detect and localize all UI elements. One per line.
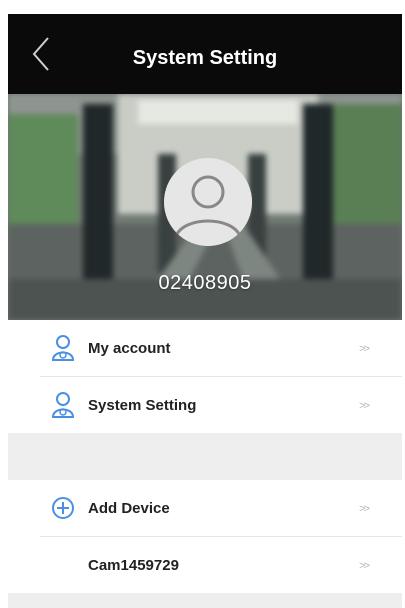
menu-item-label: Add Device (88, 500, 170, 517)
avatar[interactable] (164, 158, 252, 246)
section-gap (8, 593, 402, 608)
double-chevron-right-icon: >> (359, 343, 370, 355)
section-gap (8, 433, 402, 480)
double-chevron-right-icon: >> (359, 560, 370, 572)
person-icon (51, 335, 75, 361)
menu-item-label: System Setting (88, 397, 197, 414)
menu-item-system-setting[interactable]: System Setting >> (8, 377, 402, 433)
double-chevron-right-icon: >> (359, 400, 370, 412)
add-device-button[interactable]: Add Device >> (8, 480, 402, 536)
double-chevron-right-icon: >> (359, 503, 370, 515)
system-setting-screen: System Setting 02408905 My account >> Sy… (8, 14, 402, 608)
menu-item-label: My account (88, 340, 171, 357)
person-settings-icon (51, 392, 75, 418)
device-item-cam[interactable]: Cam1459729 >> (8, 537, 402, 593)
user-icon (164, 158, 252, 246)
profile-banner: 02408905 (8, 94, 402, 320)
menu-item-my-account[interactable]: My account >> (8, 320, 402, 376)
device-name: Cam1459729 (88, 557, 179, 574)
user-id-label: 02408905 (158, 272, 252, 294)
plus-circle-icon (52, 497, 74, 519)
page-title: System Setting (132, 47, 278, 69)
header-bar: System Setting (8, 14, 402, 94)
